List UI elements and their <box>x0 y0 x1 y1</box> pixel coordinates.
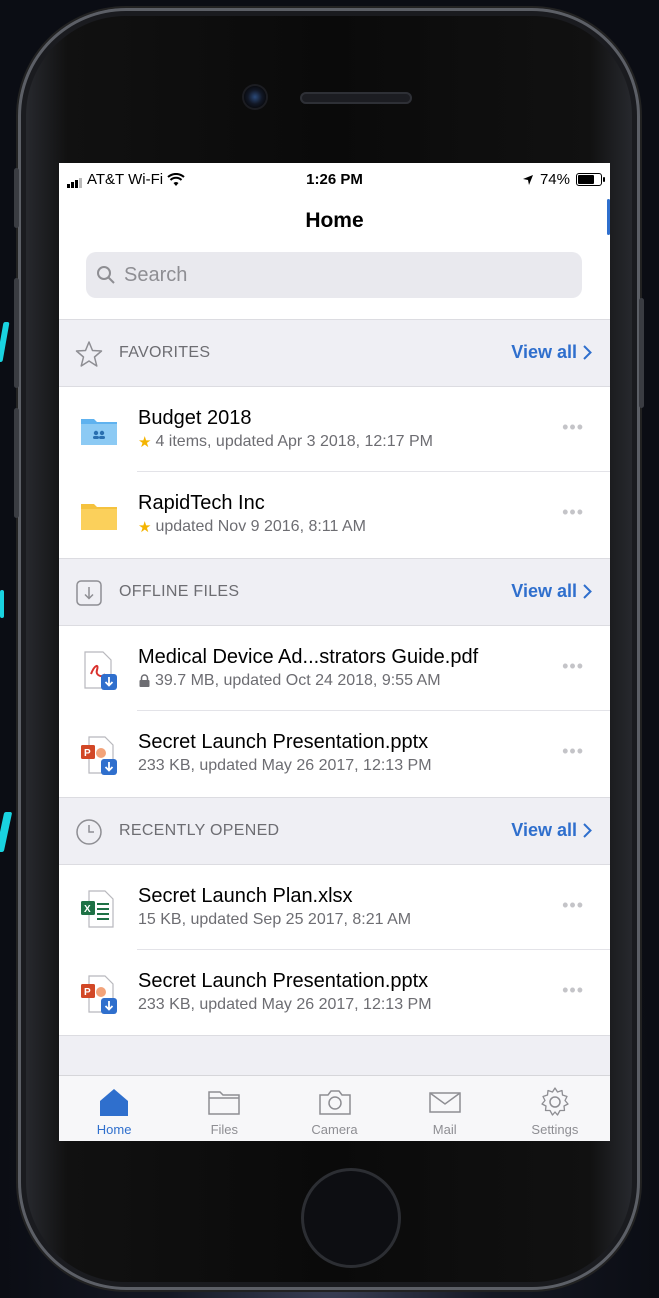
item-meta-text: 233 KB, updated May 26 2017, 12:13 PM <box>138 757 432 774</box>
scroll-indicator[interactable] <box>607 199 610 235</box>
item-meta-text: updated Nov 9 2016, 8:11 AM <box>155 518 366 535</box>
tab-label: Mail <box>432 1122 457 1137</box>
item-meta: ★ 4 items, updated Apr 3 2018, 12:17 PM <box>138 433 433 451</box>
status-right: 74% <box>522 171 605 188</box>
tab-label: Files <box>210 1122 239 1137</box>
tab-files[interactable]: Files <box>169 1076 279 1141</box>
clock-icon <box>76 819 102 845</box>
item-meta: 233 KB, updated May 26 2017, 12:13 PM <box>138 996 432 1014</box>
list-item[interactable]: X Secret Launch Plan.xlsx 15 KB, updated… <box>59 865 610 950</box>
list-item[interactable]: RapidTech Inc ★ updated Nov 9 2016, 8:11… <box>59 472 610 557</box>
star-filled-icon: ★ <box>138 519 152 536</box>
tab-home[interactable]: Home <box>59 1076 169 1141</box>
offline-view-all-link[interactable]: View all <box>511 581 592 602</box>
item-meta-text: 39.7 MB, updated Oct 24 2018, 9:55 AM <box>155 672 441 689</box>
app-screen: AT&T Wi-Fi 1:26 PM 74% Home Search FAVOR… <box>59 163 610 1141</box>
item-name: Secret Launch Presentation.pptx <box>138 731 429 753</box>
chevron-right-icon <box>583 345 592 360</box>
page-title: Home <box>305 209 364 232</box>
item-name: Medical Device Ad...strators Guide.pdf <box>138 646 479 668</box>
view-all-label: View all <box>511 342 577 362</box>
item-name: Budget 2018 <box>138 407 252 429</box>
list-footer-spacer <box>59 1035 610 1076</box>
pptx-file-icon: P <box>81 975 117 1014</box>
search-icon <box>97 266 115 284</box>
star-filled-icon: ★ <box>138 434 152 451</box>
lock-icon <box>139 674 150 687</box>
view-all-label: View all <box>511 581 577 601</box>
item-name: Secret Launch Presentation.pptx <box>138 970 429 992</box>
camera-icon <box>318 1090 351 1115</box>
tab-camera[interactable]: Camera <box>279 1076 389 1141</box>
list-item[interactable]: Budget 2018 ★ 4 items, updated Apr 3 201… <box>59 387 610 472</box>
more-options-icon[interactable]: ••• <box>562 895 584 916</box>
pptx-file-icon: P <box>81 736 117 775</box>
item-meta-text: 4 items, updated Apr 3 2018, 12:17 PM <box>155 433 433 450</box>
chevron-right-icon <box>583 584 592 599</box>
favorites-section-header: FAVORITES View all <box>59 319 610 387</box>
list-item[interactable]: P Secret Launch Presentation.pptx 233 KB… <box>59 950 610 1035</box>
tab-mail[interactable]: Mail <box>390 1076 500 1141</box>
home-icon <box>100 1089 129 1116</box>
power-button <box>639 298 644 408</box>
tab-label: Settings <box>531 1122 579 1137</box>
background-light-streak <box>0 812 13 852</box>
recent-section-header: RECENTLY OPENED View all <box>59 797 610 865</box>
mail-icon <box>428 1092 461 1113</box>
battery-percent: 74% <box>539 171 570 188</box>
gear-icon <box>541 1087 569 1116</box>
favorites-label: FAVORITES <box>119 344 211 361</box>
svg-text:P: P <box>84 748 91 759</box>
item-meta: 39.7 MB, updated Oct 24 2018, 9:55 AM <box>138 672 441 690</box>
list-item[interactable]: P Secret Launch Presentation.pptx 233 KB… <box>59 711 610 796</box>
more-options-icon[interactable]: ••• <box>562 980 584 1001</box>
earpiece-speaker <box>300 92 412 104</box>
view-all-label: View all <box>511 820 577 840</box>
background-light-streak <box>0 322 10 362</box>
more-options-icon[interactable]: ••• <box>562 502 584 523</box>
home-button[interactable] <box>301 1168 401 1268</box>
tab-settings[interactable]: Settings <box>500 1076 610 1141</box>
list-item[interactable]: Medical Device Ad...strators Guide.pdf 3… <box>59 626 610 711</box>
item-meta-text: 15 KB, updated Sep 25 2017, 8:21 AM <box>138 911 412 928</box>
folder-icon <box>81 504 117 530</box>
item-meta-text: 233 KB, updated May 26 2017, 12:13 PM <box>138 996 432 1013</box>
volume-down-button <box>14 408 19 518</box>
item-meta: 233 KB, updated May 26 2017, 12:13 PM <box>138 757 432 775</box>
side-button <box>14 168 19 228</box>
recent-label: RECENTLY OPENED <box>119 822 280 839</box>
tab-bar: Home Files Camera Mail Settings <box>59 1075 610 1141</box>
tab-label: Camera <box>311 1122 358 1137</box>
offline-section-header: OFFLINE FILES View all <box>59 558 610 626</box>
volume-up-button <box>14 278 19 388</box>
svg-text:P: P <box>84 987 91 998</box>
search-placeholder: Search <box>124 263 188 286</box>
chevron-right-icon <box>583 823 592 838</box>
search-input[interactable]: Search <box>86 252 582 298</box>
more-options-icon[interactable]: ••• <box>562 656 584 677</box>
status-bar: AT&T Wi-Fi 1:26 PM 74% <box>59 163 610 197</box>
shared-folder-icon <box>81 419 117 445</box>
item-name: RapidTech Inc <box>138 492 265 514</box>
offline-label: OFFLINE FILES <box>119 583 240 600</box>
svg-text:X: X <box>84 904 91 915</box>
location-arrow-icon <box>522 174 533 185</box>
item-name: Secret Launch Plan.xlsx <box>138 885 353 907</box>
folder-outline-icon <box>208 1091 241 1115</box>
recent-view-all-link[interactable]: View all <box>511 820 592 841</box>
battery-icon <box>576 173 605 186</box>
favorites-view-all-link[interactable]: View all <box>511 342 592 363</box>
download-icon <box>76 580 102 606</box>
item-meta: 15 KB, updated Sep 25 2017, 8:21 AM <box>138 911 411 929</box>
tab-label: Home <box>96 1122 132 1137</box>
star-outline-icon <box>75 341 103 367</box>
pdf-file-icon <box>84 651 117 690</box>
more-options-icon[interactable]: ••• <box>562 417 584 438</box>
background-light-streak <box>0 590 4 618</box>
more-options-icon[interactable]: ••• <box>562 741 584 762</box>
xlsx-file-icon: X <box>81 890 114 928</box>
item-meta: ★ updated Nov 9 2016, 8:11 AM <box>138 518 366 536</box>
front-camera <box>244 86 266 108</box>
